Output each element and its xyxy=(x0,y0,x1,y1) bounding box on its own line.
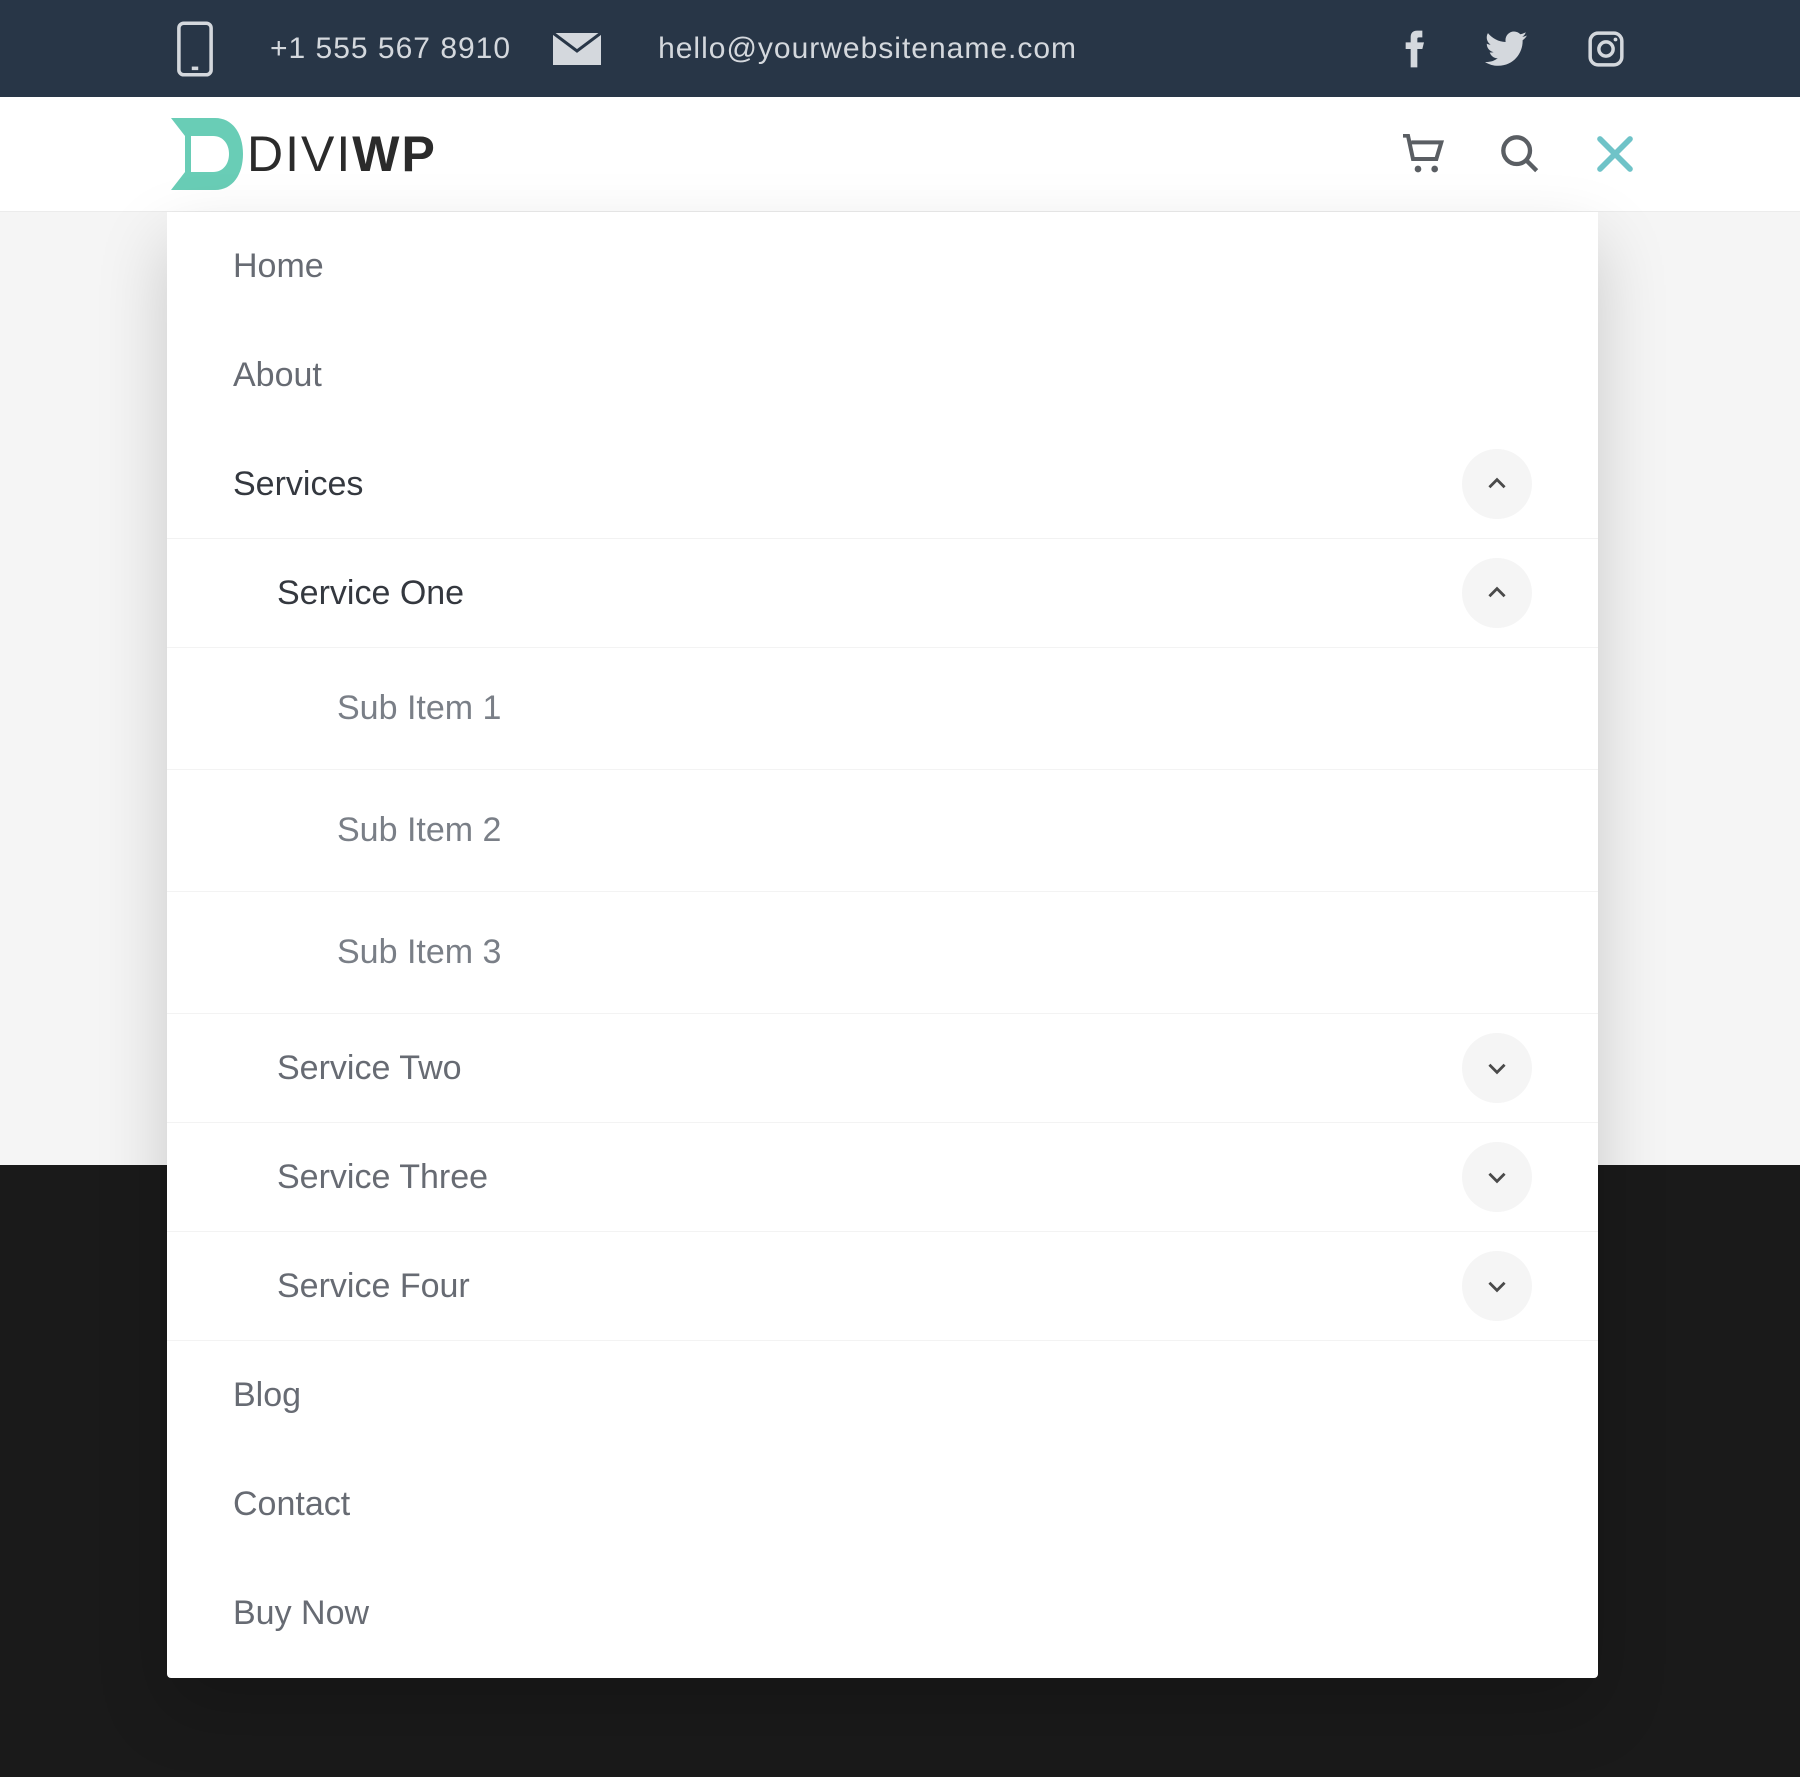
mail-icon xyxy=(551,31,603,67)
menu-item-contact[interactable]: Contact xyxy=(167,1450,1598,1559)
header: DIVIWP xyxy=(0,97,1800,212)
menu-item-service-four[interactable]: Service Four xyxy=(167,1232,1598,1341)
menu-item-sub2[interactable]: Sub Item 2 xyxy=(167,770,1598,892)
twitter-icon[interactable] xyxy=(1485,31,1527,67)
menu-label: Contact xyxy=(233,1485,350,1524)
chevron-down-icon[interactable] xyxy=(1462,1142,1532,1212)
menu-label: Services xyxy=(233,465,363,504)
chevron-down-icon[interactable] xyxy=(1462,1033,1532,1103)
topbar: +1 555 567 8910 hello@yourwebsitename.co… xyxy=(0,0,1800,97)
menu-item-buy-now[interactable]: Buy Now xyxy=(167,1559,1598,1668)
instagram-icon[interactable] xyxy=(1587,30,1625,68)
menu-label: Service Three xyxy=(277,1158,488,1197)
menu-item-service-two[interactable]: Service Two xyxy=(167,1014,1598,1123)
close-icon[interactable] xyxy=(1595,134,1635,174)
menu-label: Buy Now xyxy=(233,1594,369,1633)
chevron-down-icon[interactable] xyxy=(1462,1251,1532,1321)
menu-item-services[interactable]: Services xyxy=(167,430,1598,539)
menu-item-service-one[interactable]: Service One xyxy=(167,539,1598,648)
menu-label: Service Two xyxy=(277,1049,462,1088)
menu-label: Sub Item 2 xyxy=(337,811,501,850)
logo-mark-icon xyxy=(165,118,243,190)
menu-label: Sub Item 3 xyxy=(337,933,501,972)
chevron-up-icon[interactable] xyxy=(1462,449,1532,519)
menu-label: Blog xyxy=(233,1376,301,1415)
facebook-icon[interactable] xyxy=(1403,29,1425,69)
search-icon[interactable] xyxy=(1500,134,1540,174)
menu-label: About xyxy=(233,356,322,395)
menu-label: Home xyxy=(233,247,324,286)
menu-item-sub1[interactable]: Sub Item 1 xyxy=(167,648,1598,770)
menu-item-blog[interactable]: Blog xyxy=(167,1341,1598,1450)
menu-label: Sub Item 1 xyxy=(337,689,501,728)
mobile-menu: Home About Services Service One Sub Item… xyxy=(167,212,1598,1678)
menu-item-home[interactable]: Home xyxy=(167,212,1598,321)
topbar-phone[interactable]: +1 555 567 8910 xyxy=(270,32,511,66)
topbar-social xyxy=(1403,29,1625,69)
menu-item-sub3[interactable]: Sub Item 3 xyxy=(167,892,1598,1014)
menu-label: Service One xyxy=(277,574,464,613)
topbar-email[interactable]: hello@yourwebsitename.com xyxy=(658,32,1077,66)
page-root: +1 555 567 8910 hello@yourwebsitename.co… xyxy=(0,0,1800,212)
phone-icon xyxy=(175,20,215,78)
menu-label: Service Four xyxy=(277,1267,470,1306)
logo-text: DIVIWP xyxy=(247,125,437,183)
menu-item-about[interactable]: About xyxy=(167,321,1598,430)
logo[interactable]: DIVIWP xyxy=(165,118,437,190)
menu-item-service-three[interactable]: Service Three xyxy=(167,1123,1598,1232)
chevron-up-icon[interactable] xyxy=(1462,558,1532,628)
cart-icon[interactable] xyxy=(1401,134,1445,174)
